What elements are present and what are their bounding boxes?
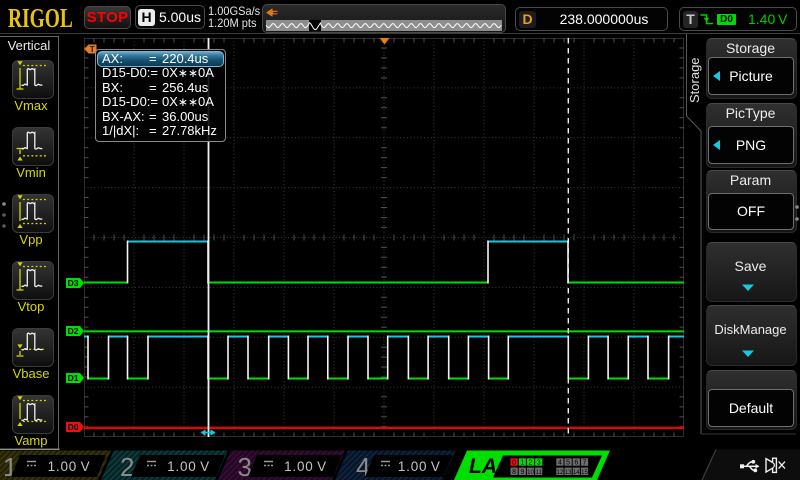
svg-text:6: 6 [574, 460, 578, 467]
svg-text:11: 11 [536, 470, 543, 476]
svg-text:1.00 V: 1.00 V [48, 459, 91, 474]
svg-text:3: 3 [537, 460, 541, 467]
svg-text:5: 5 [566, 460, 570, 467]
svg-text:2: 2 [529, 460, 533, 467]
svg-text:13: 13 [565, 470, 572, 476]
svg-text:D0: D0 [68, 422, 79, 432]
svg-text:10: 10 [527, 470, 534, 476]
svg-text:4: 4 [558, 460, 562, 467]
svg-text:9: 9 [520, 469, 524, 476]
svg-text:8: 8 [512, 469, 516, 476]
svg-text:LA: LA [469, 455, 497, 478]
svg-text:15: 15 [581, 470, 588, 476]
svg-text:12: 12 [557, 470, 564, 476]
svg-text:1.00 V: 1.00 V [284, 459, 327, 474]
svg-text:D2: D2 [68, 326, 79, 336]
svg-text:0: 0 [512, 460, 516, 467]
svg-text:14: 14 [573, 470, 580, 476]
svg-text:1: 1 [520, 460, 524, 467]
svg-text:7: 7 [583, 460, 587, 467]
svg-text:1.00 V: 1.00 V [398, 459, 441, 474]
svg-text:D3: D3 [68, 278, 79, 288]
svg-text:D1: D1 [68, 373, 79, 383]
svg-text:1.00 V: 1.00 V [167, 459, 210, 474]
